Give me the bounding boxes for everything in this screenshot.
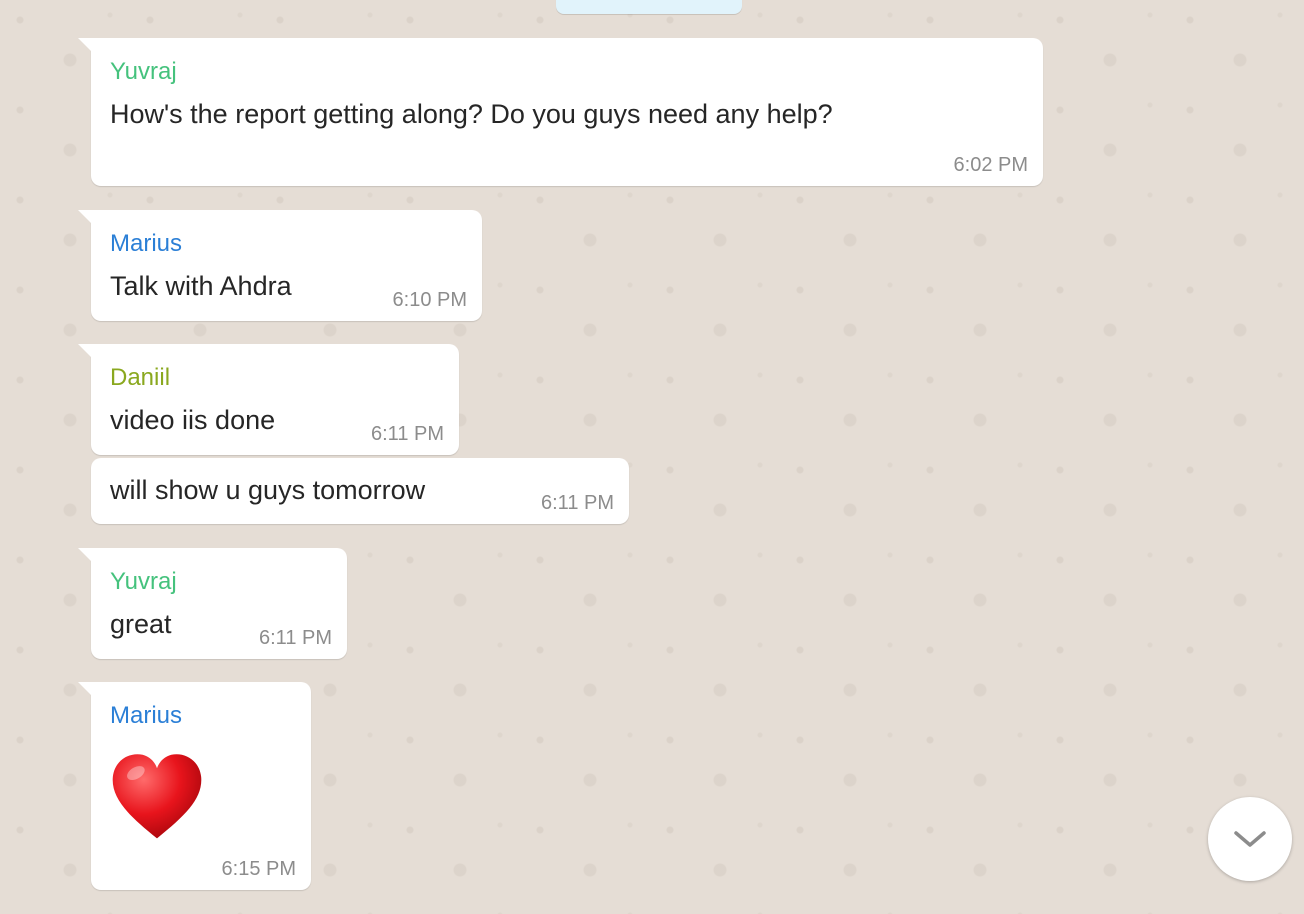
message-sender[interactable]: Marius (110, 230, 182, 258)
red-heart-icon (112, 754, 202, 839)
message-text: Talk with Ahdra (110, 271, 292, 301)
message-sender[interactable]: Daniil (110, 364, 170, 392)
message-time: 6:11 PM (371, 423, 444, 445)
previous-message-bubble (556, 0, 742, 14)
message-bubble[interactable]: Yuvraj How's the report getting along? D… (78, 38, 1043, 186)
message-time: 6:11 PM (259, 627, 332, 649)
message-bubble[interactable]: Daniil video iis done 6:11 PM (78, 344, 459, 455)
message-bubble[interactable]: Marius 6:15 PM (78, 682, 311, 890)
message-sender[interactable]: Marius (110, 702, 182, 730)
message-bubble[interactable]: will show u guys tomorrow 6:11 PM (91, 458, 629, 524)
message-time: 6:02 PM (953, 154, 1028, 176)
message-text: will show u guys tomorrow (110, 475, 426, 505)
message-text: video iis done (110, 405, 276, 435)
message-sender[interactable]: Yuvraj (110, 568, 177, 596)
message-time: 6:11 PM (541, 492, 614, 514)
message-time: 6:10 PM (392, 289, 467, 311)
message-text: great (110, 609, 172, 639)
message-time: 6:15 PM (221, 858, 296, 880)
scroll-to-bottom-button[interactable] (1208, 797, 1292, 881)
message-sender[interactable]: Yuvraj (110, 58, 177, 86)
message-bubble[interactable]: Yuvraj great 6:11 PM (78, 548, 347, 659)
chevron-down-icon (1234, 831, 1266, 847)
message-bubble[interactable]: Marius Talk with Ahdra 6:10 PM (78, 210, 482, 321)
message-text: How's the report getting along? Do you g… (110, 99, 833, 129)
